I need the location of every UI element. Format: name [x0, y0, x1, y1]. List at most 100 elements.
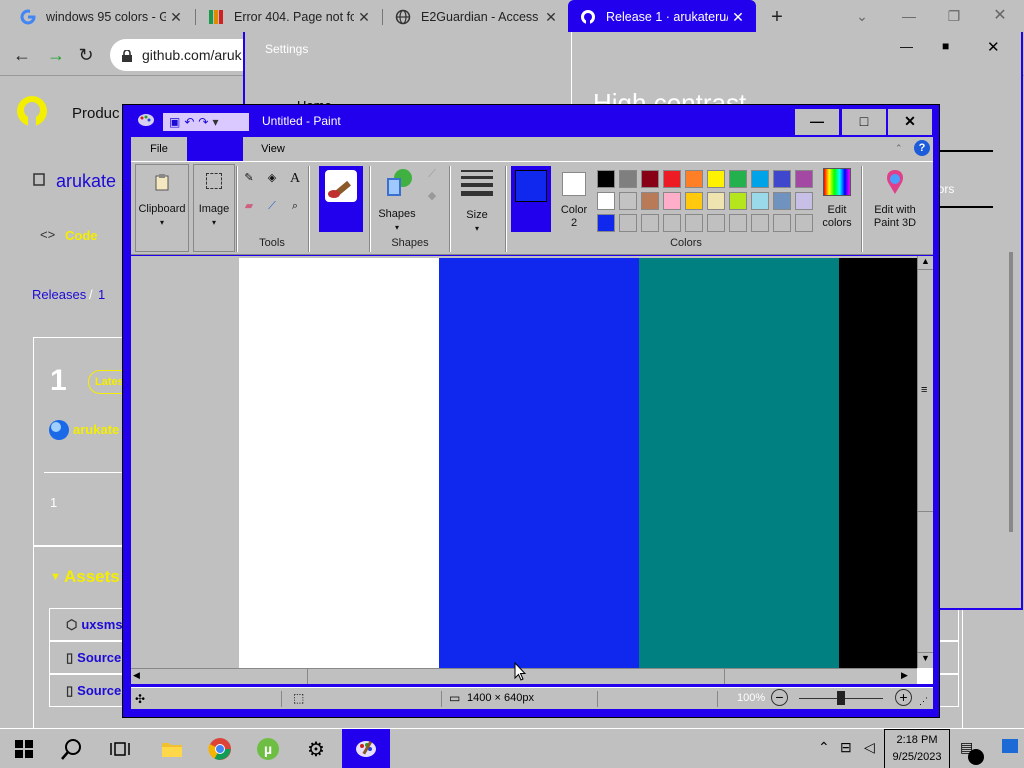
- paint-3d-button[interactable]: Edit with Paint 3D: [865, 166, 925, 232]
- paint-app-icon[interactable]: [137, 112, 155, 131]
- scroll-right-icon[interactable]: ▶: [901, 670, 908, 681]
- back-icon[interactable]: ←: [10, 43, 34, 67]
- file-explorer-button[interactable]: [148, 729, 196, 768]
- image-button[interactable]: Image ▾: [193, 164, 235, 252]
- maximize-icon[interactable]: ■: [942, 39, 949, 53]
- zoom-in-icon[interactable]: +: [895, 689, 912, 706]
- network-icon[interactable]: ⊟: [840, 739, 852, 756]
- resize-grip-icon[interactable]: ⋰: [919, 696, 928, 707]
- tab-error-404[interactable]: Error 404. Page not fou ✕: [196, 0, 382, 34]
- task-view-button[interactable]: [96, 729, 144, 768]
- close-icon[interactable]: ✕: [986, 4, 1014, 28]
- palette-swatch[interactable]: [729, 214, 747, 232]
- close-tab-icon[interactable]: ✕: [166, 9, 186, 26]
- customize-icon[interactable]: ▾: [212, 115, 218, 129]
- minimize-icon[interactable]: —: [795, 109, 839, 135]
- zoom-out-icon[interactable]: −: [771, 689, 788, 706]
- palette-swatch[interactable]: [685, 214, 703, 232]
- palette-swatch[interactable]: [685, 192, 703, 210]
- color1-button[interactable]: Color 1: [511, 166, 551, 232]
- save-icon[interactable]: ▣: [169, 115, 180, 129]
- palette-swatch[interactable]: [707, 170, 725, 188]
- palette-swatch[interactable]: [795, 170, 813, 188]
- palette-swatch[interactable]: [729, 192, 747, 210]
- reload-icon[interactable]: ↻: [74, 43, 98, 67]
- menu-file[interactable]: File: [139, 137, 179, 161]
- maximize-icon[interactable]: □: [842, 109, 886, 135]
- redo-icon[interactable]: ↷: [198, 115, 208, 129]
- scroll-down-icon[interactable]: ▼: [918, 652, 933, 666]
- author-link[interactable]: arukate: [73, 422, 119, 437]
- eraser-icon[interactable]: ▰: [239, 200, 259, 220]
- shapes-button[interactable]: Shapes ▾: [377, 166, 417, 232]
- color2-button[interactable]: Color 2: [555, 166, 593, 232]
- palette-swatch[interactable]: [751, 192, 769, 210]
- tray-overflow-icon[interactable]: ⌃: [818, 739, 830, 756]
- pencil-icon[interactable]: ✎: [239, 172, 259, 192]
- palette-swatch[interactable]: [619, 170, 637, 188]
- collapse-ribbon-icon[interactable]: ⌃: [895, 143, 903, 154]
- palette-swatch[interactable]: [751, 214, 769, 232]
- palette-swatch[interactable]: [641, 214, 659, 232]
- tab-release-1[interactable]: Release 1 · arukateru/E ✕: [568, 0, 756, 34]
- scrollbar[interactable]: [1009, 252, 1013, 532]
- close-icon[interactable]: ✕: [888, 109, 932, 135]
- magnifier-icon[interactable]: ⌕: [285, 200, 305, 220]
- text-icon[interactable]: A: [285, 172, 305, 192]
- tab-home[interactable]: Home: [187, 137, 243, 161]
- assets-heading[interactable]: Assets: [64, 567, 120, 587]
- brushes-button[interactable]: Brushes: [319, 166, 363, 232]
- repo-owner-link[interactable]: arukate: [56, 171, 116, 192]
- new-tab-button[interactable]: +: [765, 5, 789, 29]
- palette-swatch[interactable]: [707, 214, 725, 232]
- restore-icon[interactable]: ❐: [940, 4, 968, 28]
- palette-swatch[interactable]: [729, 170, 747, 188]
- show-desktop-icon[interactable]: [1002, 739, 1018, 753]
- outline-icon[interactable]: ⟋: [421, 168, 443, 184]
- minimize-icon[interactable]: —: [895, 4, 923, 28]
- close-icon[interactable]: ✕: [987, 38, 1000, 56]
- palette-swatch[interactable]: [773, 170, 791, 188]
- palette-swatch[interactable]: [663, 170, 681, 188]
- palette-swatch[interactable]: [751, 170, 769, 188]
- palette-swatch[interactable]: [663, 214, 681, 232]
- tab-search-icon[interactable]: ⌄: [848, 4, 876, 28]
- breadcrumb-releases[interactable]: Releases: [32, 287, 86, 302]
- github-logo-icon[interactable]: [16, 95, 48, 130]
- volume-muted-icon[interactable]: ◁: [864, 739, 875, 756]
- fill-style-icon[interactable]: ◆: [421, 190, 443, 206]
- caret-down-icon[interactable]: ▼: [50, 571, 61, 583]
- palette-swatch[interactable]: [597, 170, 615, 188]
- palette-swatch[interactable]: [685, 170, 703, 188]
- canvas[interactable]: [239, 258, 917, 668]
- palette-swatch[interactable]: [773, 192, 791, 210]
- forward-icon[interactable]: →: [44, 43, 68, 67]
- palette-swatch[interactable]: [641, 170, 659, 188]
- tab-e2guardian[interactable]: E2Guardian - Access De ✕: [383, 0, 569, 34]
- palette-swatch[interactable]: [663, 192, 681, 210]
- utorrent-button[interactable]: µ: [244, 729, 292, 768]
- close-tab-icon[interactable]: ✕: [354, 9, 374, 26]
- tab-view[interactable]: View: [253, 137, 293, 161]
- product-menu[interactable]: Produc: [72, 105, 120, 122]
- minimize-icon[interactable]: —: [900, 39, 913, 54]
- asset-link[interactable]: Source: [77, 650, 121, 665]
- palette-swatch[interactable]: [597, 214, 615, 232]
- tab-windows95-colors[interactable]: windows 95 colors - Go ✕: [8, 0, 194, 34]
- settings-button[interactable]: ⚙: [292, 729, 340, 768]
- palette-swatch[interactable]: [619, 214, 637, 232]
- fill-icon[interactable]: ◈: [262, 172, 282, 192]
- vertical-scrollbar[interactable]: ▲ ≡ ▼: [917, 256, 933, 668]
- palette-swatch[interactable]: [597, 192, 615, 210]
- search-button[interactable]: [48, 729, 96, 768]
- chrome-button[interactable]: [196, 729, 244, 768]
- palette-swatch[interactable]: [795, 192, 813, 210]
- scroll-up-icon[interactable]: ▲: [918, 256, 933, 270]
- palette-swatch[interactable]: [773, 214, 791, 232]
- palette-swatch[interactable]: [641, 192, 659, 210]
- asset-link[interactable]: Source: [77, 683, 121, 698]
- scroll-left-icon[interactable]: ◀: [133, 670, 140, 681]
- palette-swatch[interactable]: [619, 192, 637, 210]
- close-tab-icon[interactable]: ✕: [541, 9, 561, 26]
- palette-swatch[interactable]: [707, 192, 725, 210]
